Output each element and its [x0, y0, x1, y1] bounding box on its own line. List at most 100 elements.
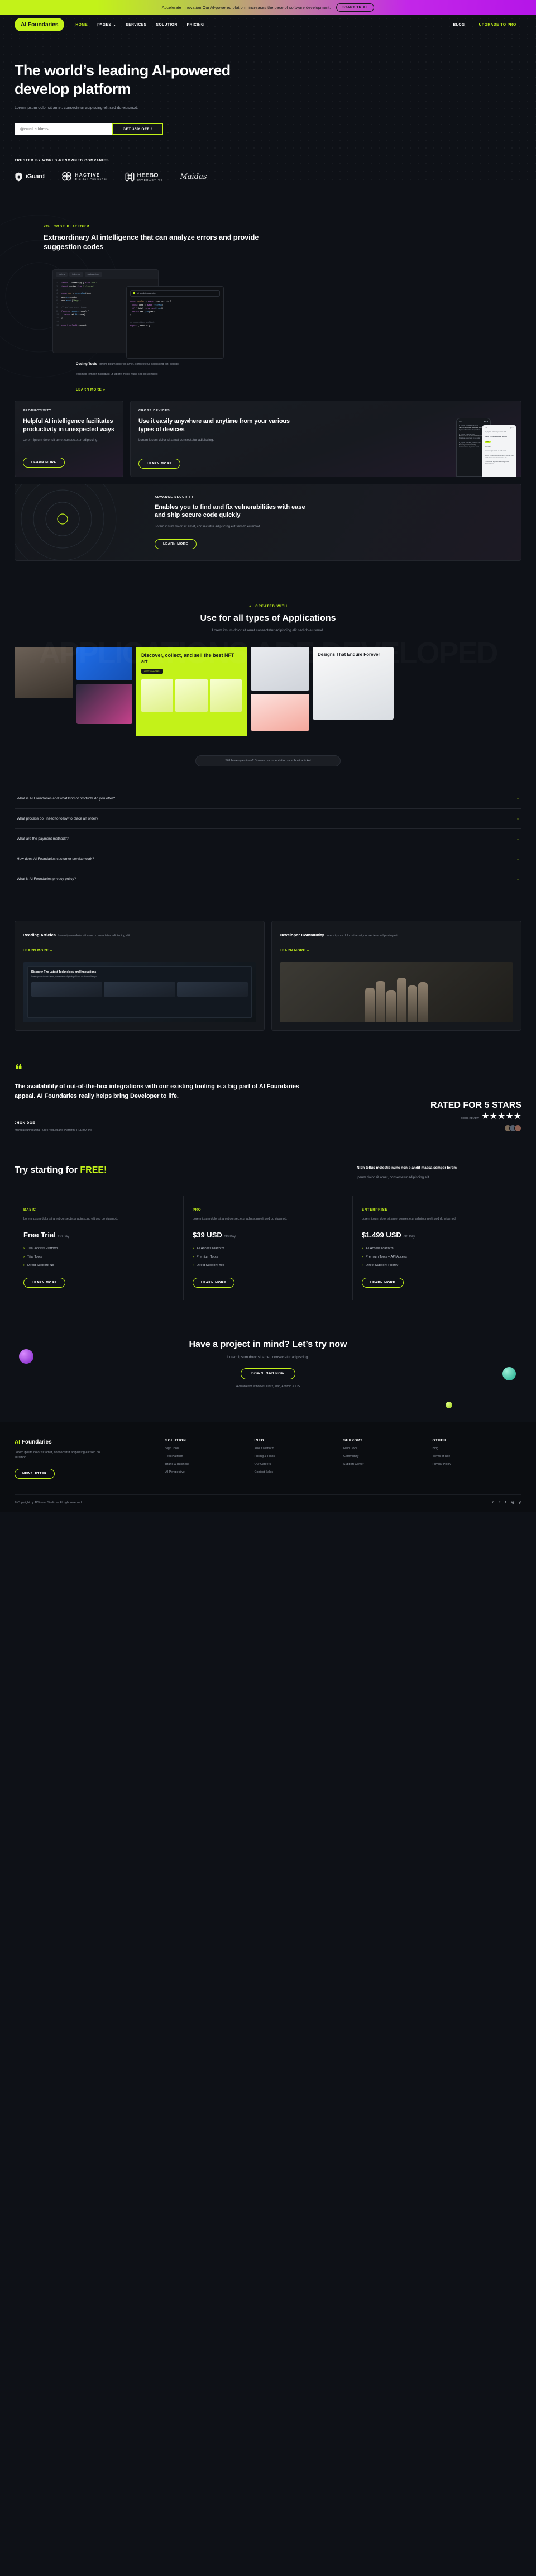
faq-item[interactable]: What process do I need to follow to plac…	[15, 809, 521, 829]
editor-tab-2[interactable]: package.json	[84, 272, 102, 277]
security-tag: ADVANCE SECURITY	[155, 495, 194, 499]
gallery-card-5[interactable]: Designs That Endure Forever	[313, 646, 394, 720]
reading-articles-title: Reading Articles	[23, 932, 56, 937]
faq-item[interactable]: What are the payment methods? ⌄	[15, 829, 521, 849]
footer-column-support: SUPPORT Help Docs Community Support Cent…	[343, 1439, 433, 1479]
footer-link[interactable]: Text Platform	[165, 1455, 255, 1458]
chevron-down-icon: ⌄	[516, 797, 519, 801]
faq-item[interactable]: What is AI Foundaries and what kind of p…	[15, 789, 521, 809]
email-input[interactable]	[15, 123, 112, 135]
facebook-icon[interactable]: f	[499, 1501, 500, 1504]
applications-eyebrow: ✦ CREATED WITH	[248, 604, 288, 609]
footer-link[interactable]: Blog	[433, 1447, 522, 1450]
media-text: Lorem ipsum dolor sit amet, consectetur …	[31, 975, 98, 978]
gallery-promo-card[interactable]: Discover, collect, and sell the best NFT…	[136, 646, 247, 736]
rating-sub: MORE REVIEW	[461, 1117, 479, 1120]
radar-decoration	[15, 484, 117, 560]
ai-assistant-window: ai_copilot suggestion const handler = as…	[126, 286, 224, 359]
footer-link[interactable]: Brand & Business	[165, 1463, 255, 1466]
footer-link[interactable]: Terms of Use	[433, 1455, 522, 1458]
main-navigation: AI Foundaries HOME PAGES ⌄ SERVICES SOLUT…	[0, 15, 536, 35]
plan-basic: BASIC Lorem ipsum dolor sit amet consect…	[15, 1196, 184, 1301]
cross-devices-tag: CROSS DEVICES	[138, 409, 170, 413]
nav-item-pages[interactable]: PAGES ⌄	[97, 22, 116, 27]
articles-section: Reading Articles lorem ipsum dolor sit a…	[0, 920, 536, 1031]
newsletter-button[interactable]: NEWSLETTER	[15, 1468, 55, 1479]
footer-link[interactable]: Help Docs	[343, 1447, 433, 1450]
security-learn-more-button[interactable]: LEARN MORE	[155, 539, 197, 550]
brand-logo[interactable]: AI Foundaries	[15, 18, 65, 31]
feature-card-productivity: PRODUCTIVITY Helpful AI intelligence fac…	[15, 401, 123, 477]
plan-learn-more-button[interactable]: LEARN MORE	[362, 1278, 404, 1288]
footer-link[interactable]: Support Center	[343, 1463, 433, 1466]
nav-item-solution[interactable]: SOLUTION	[156, 22, 178, 27]
productivity-learn-more-button[interactable]: LEARN MORE	[23, 457, 65, 468]
plan-enterprise: ENTERPRISE Lorem ipsum dolor sit amet co…	[353, 1196, 521, 1300]
plan-desc: Lorem ipsum dolor sit amet consectetur a…	[362, 1217, 457, 1221]
faq-item[interactable]: What is AI Foundaries privacy policy? ⌄	[15, 869, 521, 889]
plan-price: $1.499 USD /30 Day	[362, 1231, 415, 1240]
plan-learn-more-button[interactable]: LEARN MORE	[23, 1278, 65, 1288]
phone-light-chip: Done	[485, 440, 491, 443]
orb-decoration	[502, 1367, 516, 1381]
reviewer-avatars	[430, 1125, 521, 1132]
docs-banner[interactable]: Still have questions? Browse documentati…	[195, 755, 341, 766]
testimonial-role: Manufacturing Data Pure Product and Plat…	[15, 1129, 92, 1132]
promo-badge: GET 35% OFF !	[141, 669, 163, 674]
get-offer-button[interactable]: GET 35% OFF !	[112, 123, 163, 135]
signup-form: GET 35% OFF !	[15, 123, 521, 135]
gallery-image-2a[interactable]	[76, 646, 132, 680]
download-now-button[interactable]: DOWNLOAD NOW	[241, 1368, 295, 1379]
phone-light-statusbar: 8:00 ▮▮ ▾ ▰	[485, 427, 514, 429]
logo-hactive: HACTIVE Digital Publisher	[61, 172, 108, 182]
footer-columns: AI Foundaries Lorem ipsum dolor sit amet…	[15, 1439, 521, 1479]
linkedin-icon[interactable]: in	[492, 1501, 495, 1504]
plan-learn-more-button[interactable]: LEARN MORE	[193, 1278, 234, 1288]
plan-feature: Direct Support: Yes	[193, 1264, 343, 1267]
faq-item[interactable]: How does AI Foundaries customer service …	[15, 849, 521, 869]
plan-name: ENTERPRISE	[362, 1208, 388, 1212]
footer-link[interactable]: Community	[343, 1455, 433, 1458]
footer-link[interactable]: Sign Tools	[165, 1447, 255, 1450]
code-learn-more-link[interactable]: LEARN MORE »	[76, 388, 106, 392]
cross-devices-title: Use it easily anywhere and anytime from …	[138, 418, 290, 433]
quote-icon: ❝	[15, 1061, 22, 1079]
cross-devices-learn-more-button[interactable]: LEARN MORE	[138, 458, 180, 469]
gallery-image-2b[interactable]	[76, 683, 132, 724]
footer-link[interactable]: AI Perspective	[165, 1470, 255, 1474]
faq-section: What is AI Foundaries and what kind of p…	[0, 789, 536, 889]
site-footer: AI Foundaries Lorem ipsum dolor sit amet…	[0, 1421, 536, 1512]
nav-item-home[interactable]: HOME	[75, 22, 88, 27]
gallery-card-5-title: Designs That Endure Forever	[318, 651, 380, 657]
youtube-icon[interactable]: yt	[519, 1501, 521, 1504]
instagram-icon[interactable]: ig	[511, 1501, 514, 1504]
gallery-image-4b[interactable]	[251, 693, 309, 731]
nav-item-pricing[interactable]: PRICING	[187, 22, 204, 27]
footer-desc: Lorem ipsum dolor sit amet, consectetur …	[15, 1450, 100, 1460]
footer-link[interactable]: About Platform	[255, 1447, 344, 1450]
social-links: in f t ig yt	[492, 1501, 521, 1504]
start-trial-button[interactable]: START TRIAL	[336, 3, 375, 12]
footer-link[interactable]: Our Careers	[255, 1463, 344, 1466]
developer-community-link[interactable]: LEARN MORE »	[280, 949, 309, 953]
nav-item-services[interactable]: SERVICES	[126, 22, 146, 27]
editor-tab-1[interactable]: index.tsx	[69, 272, 83, 277]
faq-question: What is AI Foundaries and what kind of p…	[17, 796, 116, 801]
reading-articles-link[interactable]: LEARN MORE »	[23, 949, 52, 953]
gallery-image-4a[interactable]	[251, 646, 309, 691]
knot-icon	[61, 172, 71, 181]
twitter-icon[interactable]: t	[505, 1501, 506, 1504]
cta-subtitle: Lorem ipsum dolor sit amet, consectetur …	[227, 1355, 309, 1359]
nav-item-blog[interactable]: BLOG	[453, 23, 465, 27]
editor-tab-0[interactable]: main.js	[56, 272, 68, 277]
media-thumbs	[31, 982, 248, 997]
productivity-tag: PRODUCTIVITY	[23, 409, 52, 413]
gallery-image-1[interactable]	[15, 646, 73, 698]
promo-thumbs	[141, 679, 242, 712]
upgrade-to-pro-link[interactable]: UPGRADE TO PRO →	[479, 23, 521, 27]
pricing-section: Try starting for FREE! Nibh tellus moles…	[0, 1165, 536, 1301]
footer-link[interactable]: Contact Sales	[255, 1470, 344, 1474]
footer-link[interactable]: Privacy Policy	[433, 1463, 522, 1466]
footer-link[interactable]: Pricing & Plans	[255, 1455, 344, 1458]
plan-name: PRO	[193, 1208, 202, 1212]
